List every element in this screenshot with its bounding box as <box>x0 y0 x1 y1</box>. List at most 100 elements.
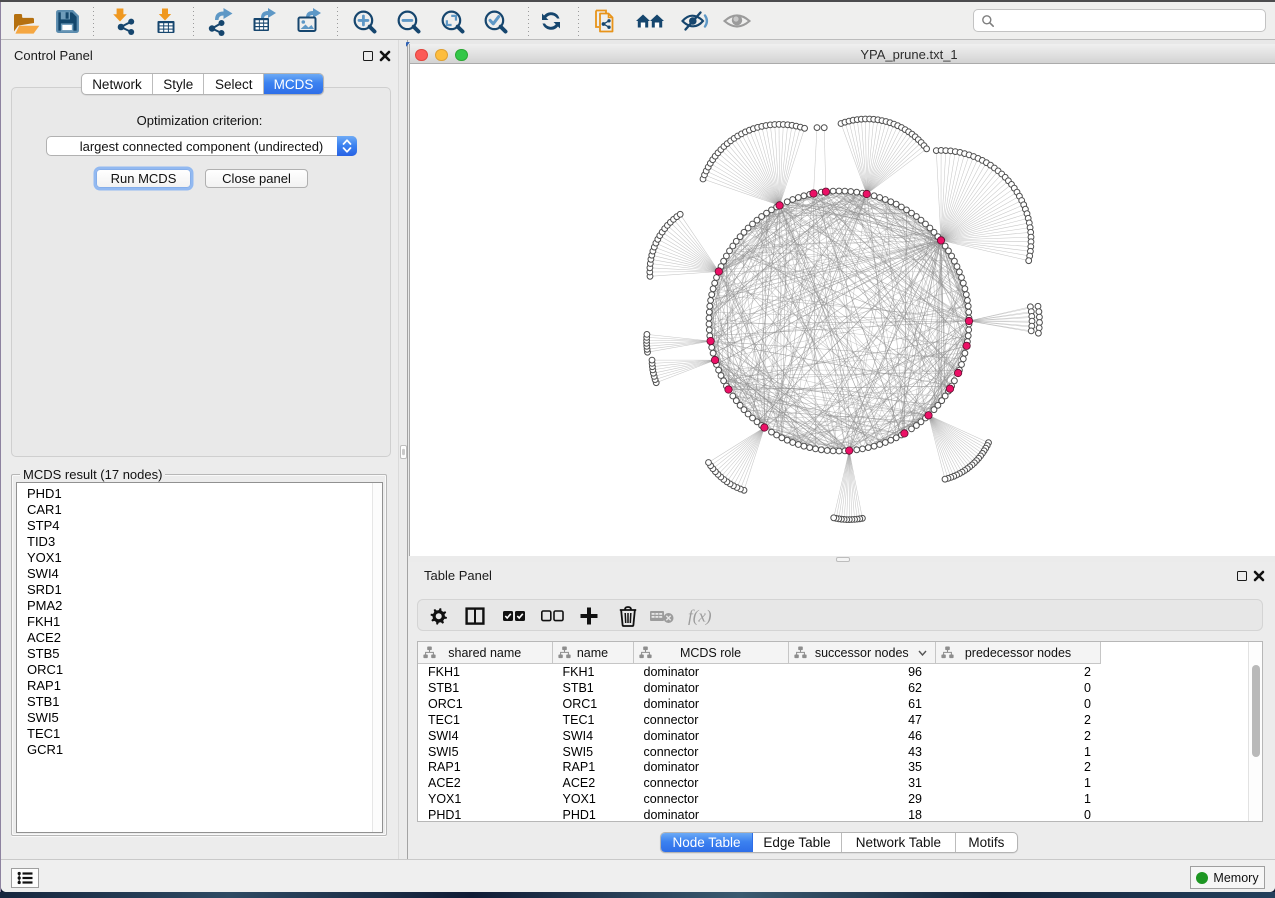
table-row[interactable]: TEC1TEC1connector472 <box>418 712 1262 728</box>
table-settings-button[interactable] <box>424 602 452 630</box>
column-header-MCDS-role[interactable]: MCDS role <box>634 642 789 664</box>
mcds-result-item[interactable]: TEC1 <box>27 726 382 742</box>
mcds-result-item[interactable]: FKH1 <box>27 614 382 630</box>
zoom-out-button[interactable] <box>393 6 423 36</box>
table-row[interactable]: PHD1PHD1dominator180 <box>418 807 1262 823</box>
zoom-selected-icon <box>481 7 509 35</box>
wallpaper-bottom-strip <box>0 892 1275 898</box>
cell-name: ACE2 <box>563 776 596 790</box>
zoom-fit-button[interactable] <box>437 6 467 36</box>
mcds-result-item[interactable]: ORC1 <box>27 662 382 678</box>
column-header-predecessor-nodes[interactable]: predecessor nodes <box>936 642 1101 664</box>
cell-mcds-role: dominator <box>644 665 700 679</box>
float-panel-icon[interactable] <box>1237 571 1247 581</box>
mcds-result-item[interactable]: GCR1 <box>27 742 382 758</box>
close-panel-icon[interactable] <box>379 50 391 62</box>
show-all-button[interactable] <box>722 6 752 36</box>
mcds-result-list[interactable]: PHD1CAR1STP4TID3YOX1SWI4SRD1PMA2FKH1ACE2… <box>16 482 383 833</box>
folder-open-icon <box>10 6 40 36</box>
cell-predecessor-nodes: 0 <box>936 681 1091 695</box>
save-session-button[interactable] <box>52 6 82 36</box>
mcds-result-item[interactable]: SRD1 <box>27 582 382 598</box>
cell-predecessor-nodes: 1 <box>936 745 1091 759</box>
column-header-successor-nodes[interactable]: successor nodes <box>789 642 937 664</box>
table-row[interactable]: SWI5SWI5connector431 <box>418 744 1262 760</box>
mcds-result-item[interactable]: RAP1 <box>27 678 382 694</box>
clone-network-button[interactable] <box>590 6 620 36</box>
mcds-result-item[interactable]: ACE2 <box>27 630 382 646</box>
splitter-grip[interactable] <box>836 557 850 562</box>
tab-style[interactable]: Style <box>153 74 205 94</box>
network-desktop: YPA_prune.txt_1 <box>408 40 1275 556</box>
import-table-button[interactable] <box>151 6 181 36</box>
vertical-splitter[interactable] <box>398 40 408 859</box>
export-table-button[interactable] <box>249 6 279 36</box>
cell-shared-name: PHD1 <box>428 808 461 822</box>
table-row[interactable]: RAP1RAP1dominator352 <box>418 759 1262 775</box>
tab-edge-table[interactable]: Edge Table <box>753 833 842 852</box>
desktop: Control Panel NetworkStyleSelectMCDS Opt… <box>0 0 1275 898</box>
run-mcds-button[interactable]: Run MCDS <box>96 169 191 188</box>
add-column-button[interactable] <box>575 602 603 630</box>
mcds-result-item[interactable]: SWI5 <box>27 710 382 726</box>
eye-slash-icon <box>680 8 710 34</box>
tab-network[interactable]: Network <box>82 74 153 94</box>
float-panel-icon[interactable] <box>363 51 373 61</box>
table-header: shared name name MCDS role successor nod… <box>418 642 1101 664</box>
open-file-button[interactable] <box>10 6 40 36</box>
task-history-button[interactable] <box>11 868 39 888</box>
search-box[interactable] <box>973 9 1266 32</box>
column-header-shared-name[interactable]: shared name <box>418 642 553 664</box>
toggle-panes-button[interactable] <box>461 602 489 630</box>
network-canvas[interactable] <box>410 64 1275 556</box>
table-row[interactable]: STB1STB1dominator620 <box>418 680 1262 696</box>
export-network-button[interactable] <box>206 6 236 36</box>
mcds-result-item[interactable]: STB5 <box>27 646 382 662</box>
cell-name: RAP1 <box>563 760 596 774</box>
mcds-result-item[interactable]: YOX1 <box>27 550 382 566</box>
close-panel-button[interactable]: Close panel <box>205 169 308 188</box>
svg-text:f(x): f(x) <box>688 607 712 626</box>
network-frame-titlebar[interactable]: YPA_prune.txt_1 <box>410 44 1275 64</box>
import-network-icon <box>107 6 137 36</box>
mcds-result-item[interactable]: PMA2 <box>27 598 382 614</box>
network-title: YPA_prune.txt_1 <box>410 47 1275 62</box>
tab-select[interactable]: Select <box>204 74 264 94</box>
floppy-disk-icon <box>54 8 81 35</box>
memory-button[interactable]: Memory <box>1190 866 1265 889</box>
mcds-result-item[interactable]: CAR1 <box>27 502 382 518</box>
deselect-all-button[interactable] <box>538 602 566 630</box>
first-neighbors-button[interactable] <box>635 6 665 36</box>
zoom-in-button[interactable] <box>349 6 379 36</box>
table-row[interactable]: YOX1YOX1connector291 <box>418 791 1262 807</box>
mcds-result-item[interactable]: TID3 <box>27 534 382 550</box>
table-scrollbar[interactable] <box>1248 642 1262 821</box>
apply-layout-button[interactable] <box>536 6 566 36</box>
tab-node-table[interactable]: Node Table <box>661 833 753 852</box>
scrollbar-thumb[interactable] <box>1252 665 1260 757</box>
table-row[interactable]: SWI4SWI4dominator462 <box>418 728 1262 744</box>
mcds-result-item[interactable]: STP4 <box>27 518 382 534</box>
import-network-button[interactable] <box>107 6 137 36</box>
cell-shared-name: STB1 <box>428 681 459 695</box>
table-row[interactable]: ORC1ORC1dominator610 <box>418 696 1262 712</box>
hide-selected-button[interactable] <box>680 6 710 36</box>
select-all-button[interactable] <box>500 602 528 630</box>
zoom-selected-button[interactable] <box>480 6 510 36</box>
splitter-grip[interactable] <box>400 445 407 459</box>
search-input[interactable] <box>995 13 1265 28</box>
mcds-result-item[interactable]: SWI4 <box>27 566 382 582</box>
mcds-result-item[interactable]: PHD1 <box>27 486 382 502</box>
delete-column-button[interactable] <box>614 602 642 630</box>
table-row[interactable]: FKH1FKH1dominator962 <box>418 664 1262 680</box>
tab-mcds[interactable]: MCDS <box>264 74 323 94</box>
tab-motifs[interactable]: Motifs <box>956 833 1017 852</box>
column-header-name[interactable]: name <box>553 642 634 664</box>
table-row[interactable]: ACE2ACE2connector311 <box>418 775 1262 791</box>
close-panel-icon[interactable] <box>1253 570 1265 582</box>
export-image-button[interactable] <box>294 6 324 36</box>
mcds-result-item[interactable]: STB1 <box>27 694 382 710</box>
tab-network-table[interactable]: Network Table <box>842 833 956 852</box>
optimization-criterion-select[interactable]: largest connected component (undirected) <box>46 136 357 156</box>
mcds-list-scrollbar[interactable] <box>372 483 382 832</box>
